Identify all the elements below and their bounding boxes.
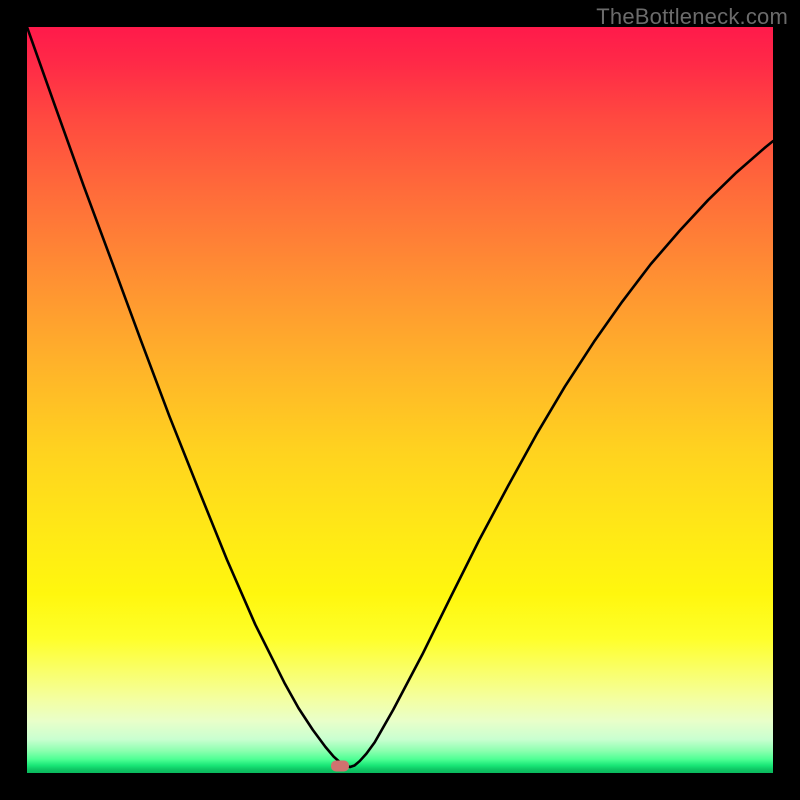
chart-frame: TheBottleneck.com bbox=[0, 0, 800, 800]
bottleneck-curve bbox=[27, 27, 773, 773]
optimum-marker bbox=[331, 761, 349, 772]
plot-area bbox=[27, 27, 773, 773]
